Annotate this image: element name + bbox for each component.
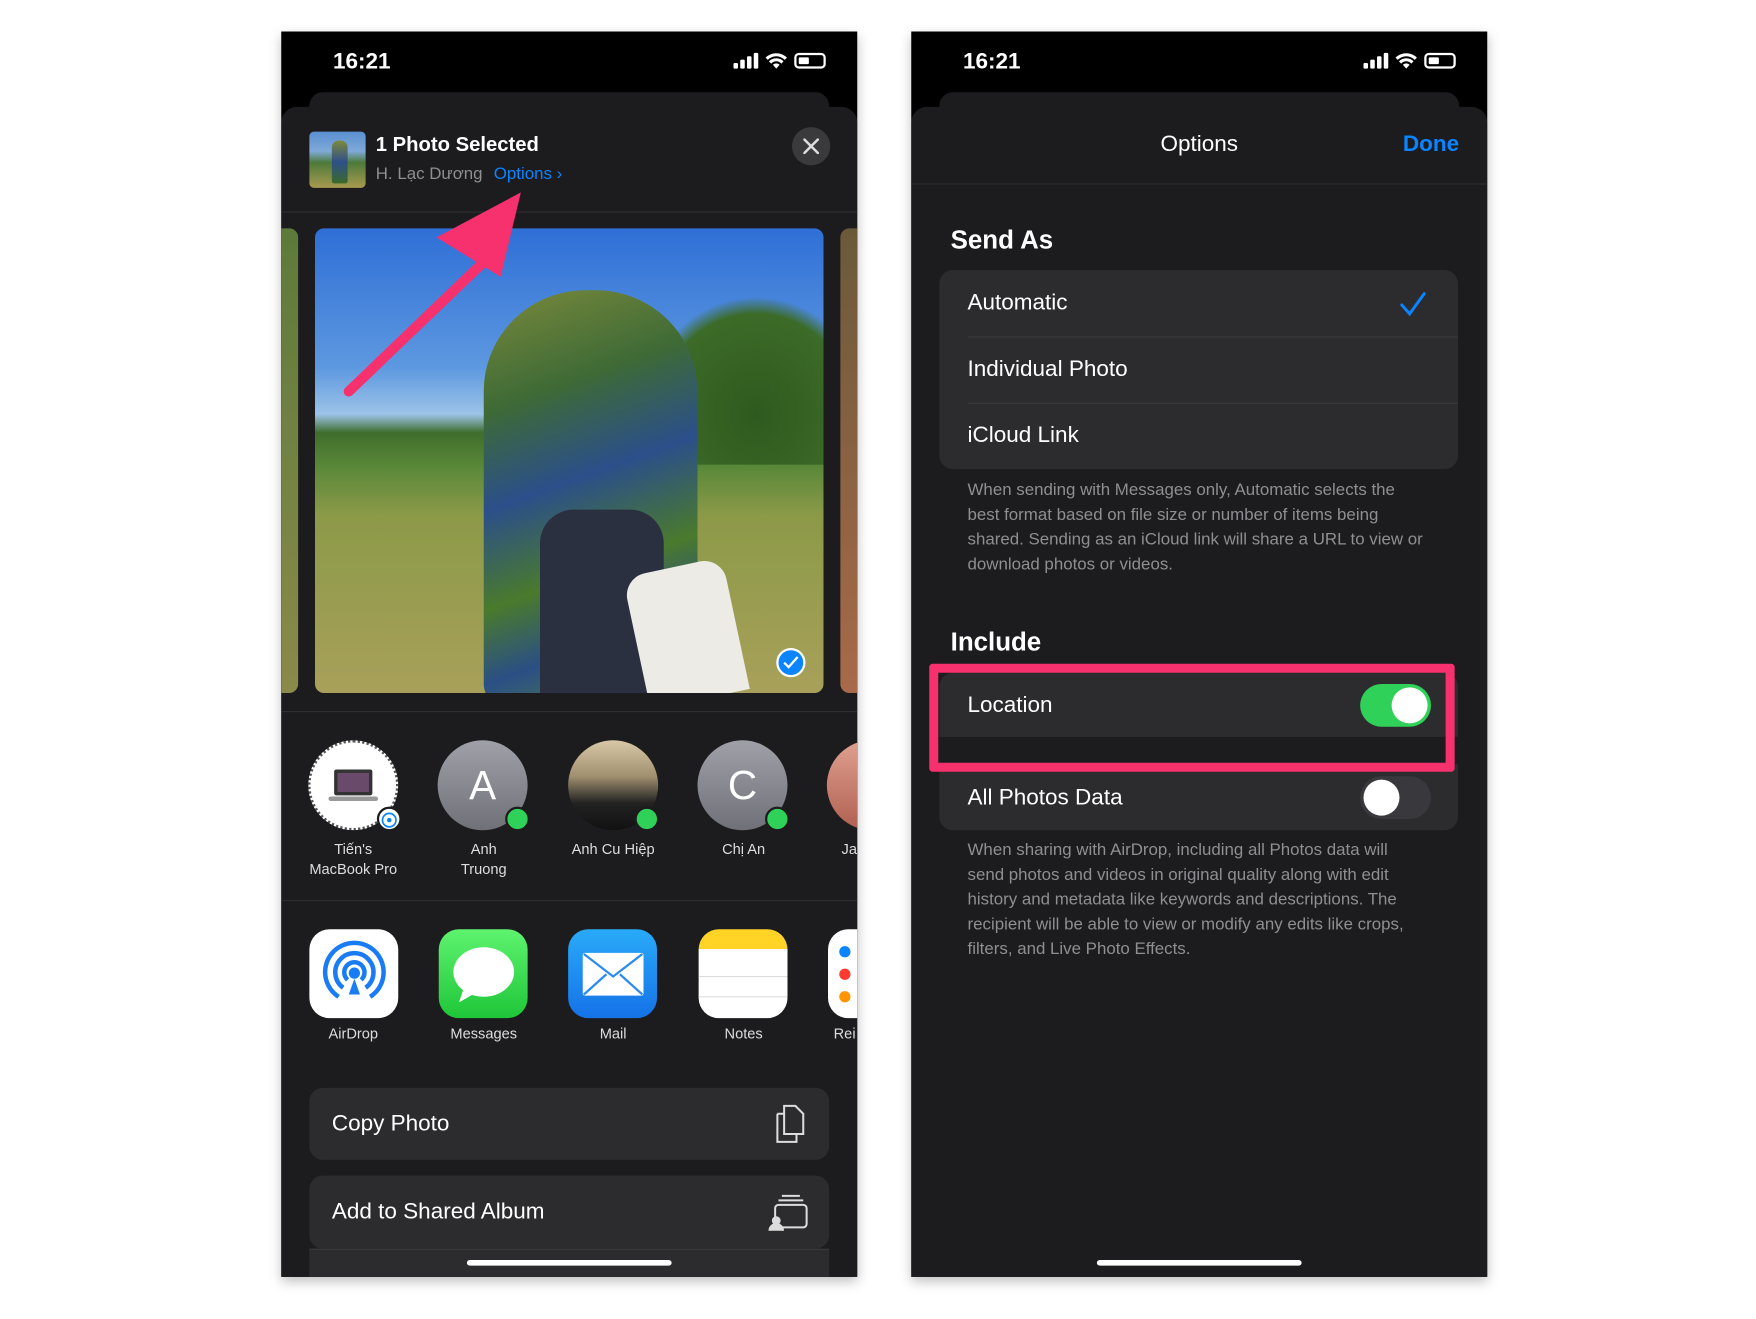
person-label: MacBook Pro xyxy=(309,860,398,878)
person-label: Ja xyxy=(841,840,857,858)
app-label: AirDrop xyxy=(328,1024,379,1042)
person-label: Chị An xyxy=(722,840,766,858)
airdrop-icon xyxy=(322,940,386,999)
wifi-icon xyxy=(1395,53,1417,69)
options-title: Options xyxy=(1160,131,1239,157)
option-label: Individual Photo xyxy=(967,356,1128,382)
send-as-icloud-link[interactable]: iCloud Link xyxy=(939,402,1458,469)
send-as-group: Automatic Individual Photo iCloud Link xyxy=(939,270,1458,470)
person-ja[interactable] xyxy=(826,740,858,831)
app-notes[interactable] xyxy=(698,929,788,1019)
airdrop-badge-icon xyxy=(376,806,402,832)
send-as-individual-photo[interactable]: Individual Photo xyxy=(939,336,1458,402)
person-label: Tiến's xyxy=(334,840,373,858)
selected-check-icon xyxy=(776,648,806,678)
all-photos-data-row: All Photos Data xyxy=(939,765,1458,830)
message-badge-icon xyxy=(634,806,660,832)
status-time: 16:21 xyxy=(963,49,1021,75)
divider xyxy=(911,183,1488,185)
avatar-initial: C xyxy=(727,761,758,808)
include-footnote: When sharing with AirDrop, including all… xyxy=(967,840,1404,959)
notes-icon xyxy=(698,975,788,998)
done-button[interactable]: Done xyxy=(1403,132,1459,158)
home-indicator[interactable] xyxy=(466,1260,672,1266)
annotation-arrow xyxy=(343,192,521,397)
battery-icon xyxy=(1424,52,1456,69)
app-reminders[interactable] xyxy=(828,929,858,1019)
status-icons xyxy=(1363,52,1456,70)
options-screen: 16:21 Options Done Send As Automatic Ind… xyxy=(911,31,1488,1277)
person-label: Truong xyxy=(460,860,507,878)
annotation-highlight-box xyxy=(929,663,1455,772)
divider xyxy=(281,711,858,713)
send-as-automatic[interactable]: Automatic xyxy=(939,270,1458,336)
avatar-initial: A xyxy=(469,761,497,808)
person-label: Anh xyxy=(470,840,497,858)
messages-icon xyxy=(452,946,514,1002)
include-heading: Include xyxy=(950,626,1042,656)
action-label: Copy Photo xyxy=(331,1110,450,1136)
signal-icon xyxy=(1363,52,1389,69)
person-label: Anh Cu Hiệp xyxy=(571,840,655,858)
copy-photo-action[interactable]: Copy Photo xyxy=(309,1087,830,1160)
send-as-heading: Send As xyxy=(950,225,1054,255)
home-indicator[interactable] xyxy=(1096,1260,1302,1266)
all-photos-data-label: All Photos Data xyxy=(967,784,1123,810)
app-label: Notes xyxy=(724,1024,763,1042)
copy-icon xyxy=(776,1104,805,1143)
message-badge-icon xyxy=(765,806,790,832)
mail-icon xyxy=(582,952,643,996)
message-badge-icon xyxy=(505,806,530,832)
app-airdrop[interactable] xyxy=(309,929,399,1019)
share-sheet-screen: 16:21 1 Photo Selected H. Lạc Dương Opti… xyxy=(281,31,858,1277)
divider xyxy=(281,900,858,902)
reminders-icon xyxy=(839,946,851,1003)
option-label: iCloud Link xyxy=(967,423,1079,448)
app-messages[interactable] xyxy=(438,929,528,1019)
app-label: Mail xyxy=(599,1024,627,1042)
app-mail[interactable] xyxy=(568,929,657,1019)
app-label: Rei xyxy=(833,1024,856,1042)
option-label: Automatic xyxy=(967,290,1068,315)
checkmark-icon xyxy=(1400,291,1426,316)
action-label: Add to Shared Album xyxy=(331,1199,545,1224)
add-to-shared-album-action[interactable]: Add to Shared Album xyxy=(309,1175,830,1249)
shared-album-icon xyxy=(768,1194,808,1231)
all-photos-data-toggle[interactable] xyxy=(1360,776,1431,819)
app-label: Messages xyxy=(450,1024,518,1042)
laptop-icon xyxy=(328,769,378,801)
send-as-footnote: When sending with Messages only, Automat… xyxy=(967,480,1423,574)
